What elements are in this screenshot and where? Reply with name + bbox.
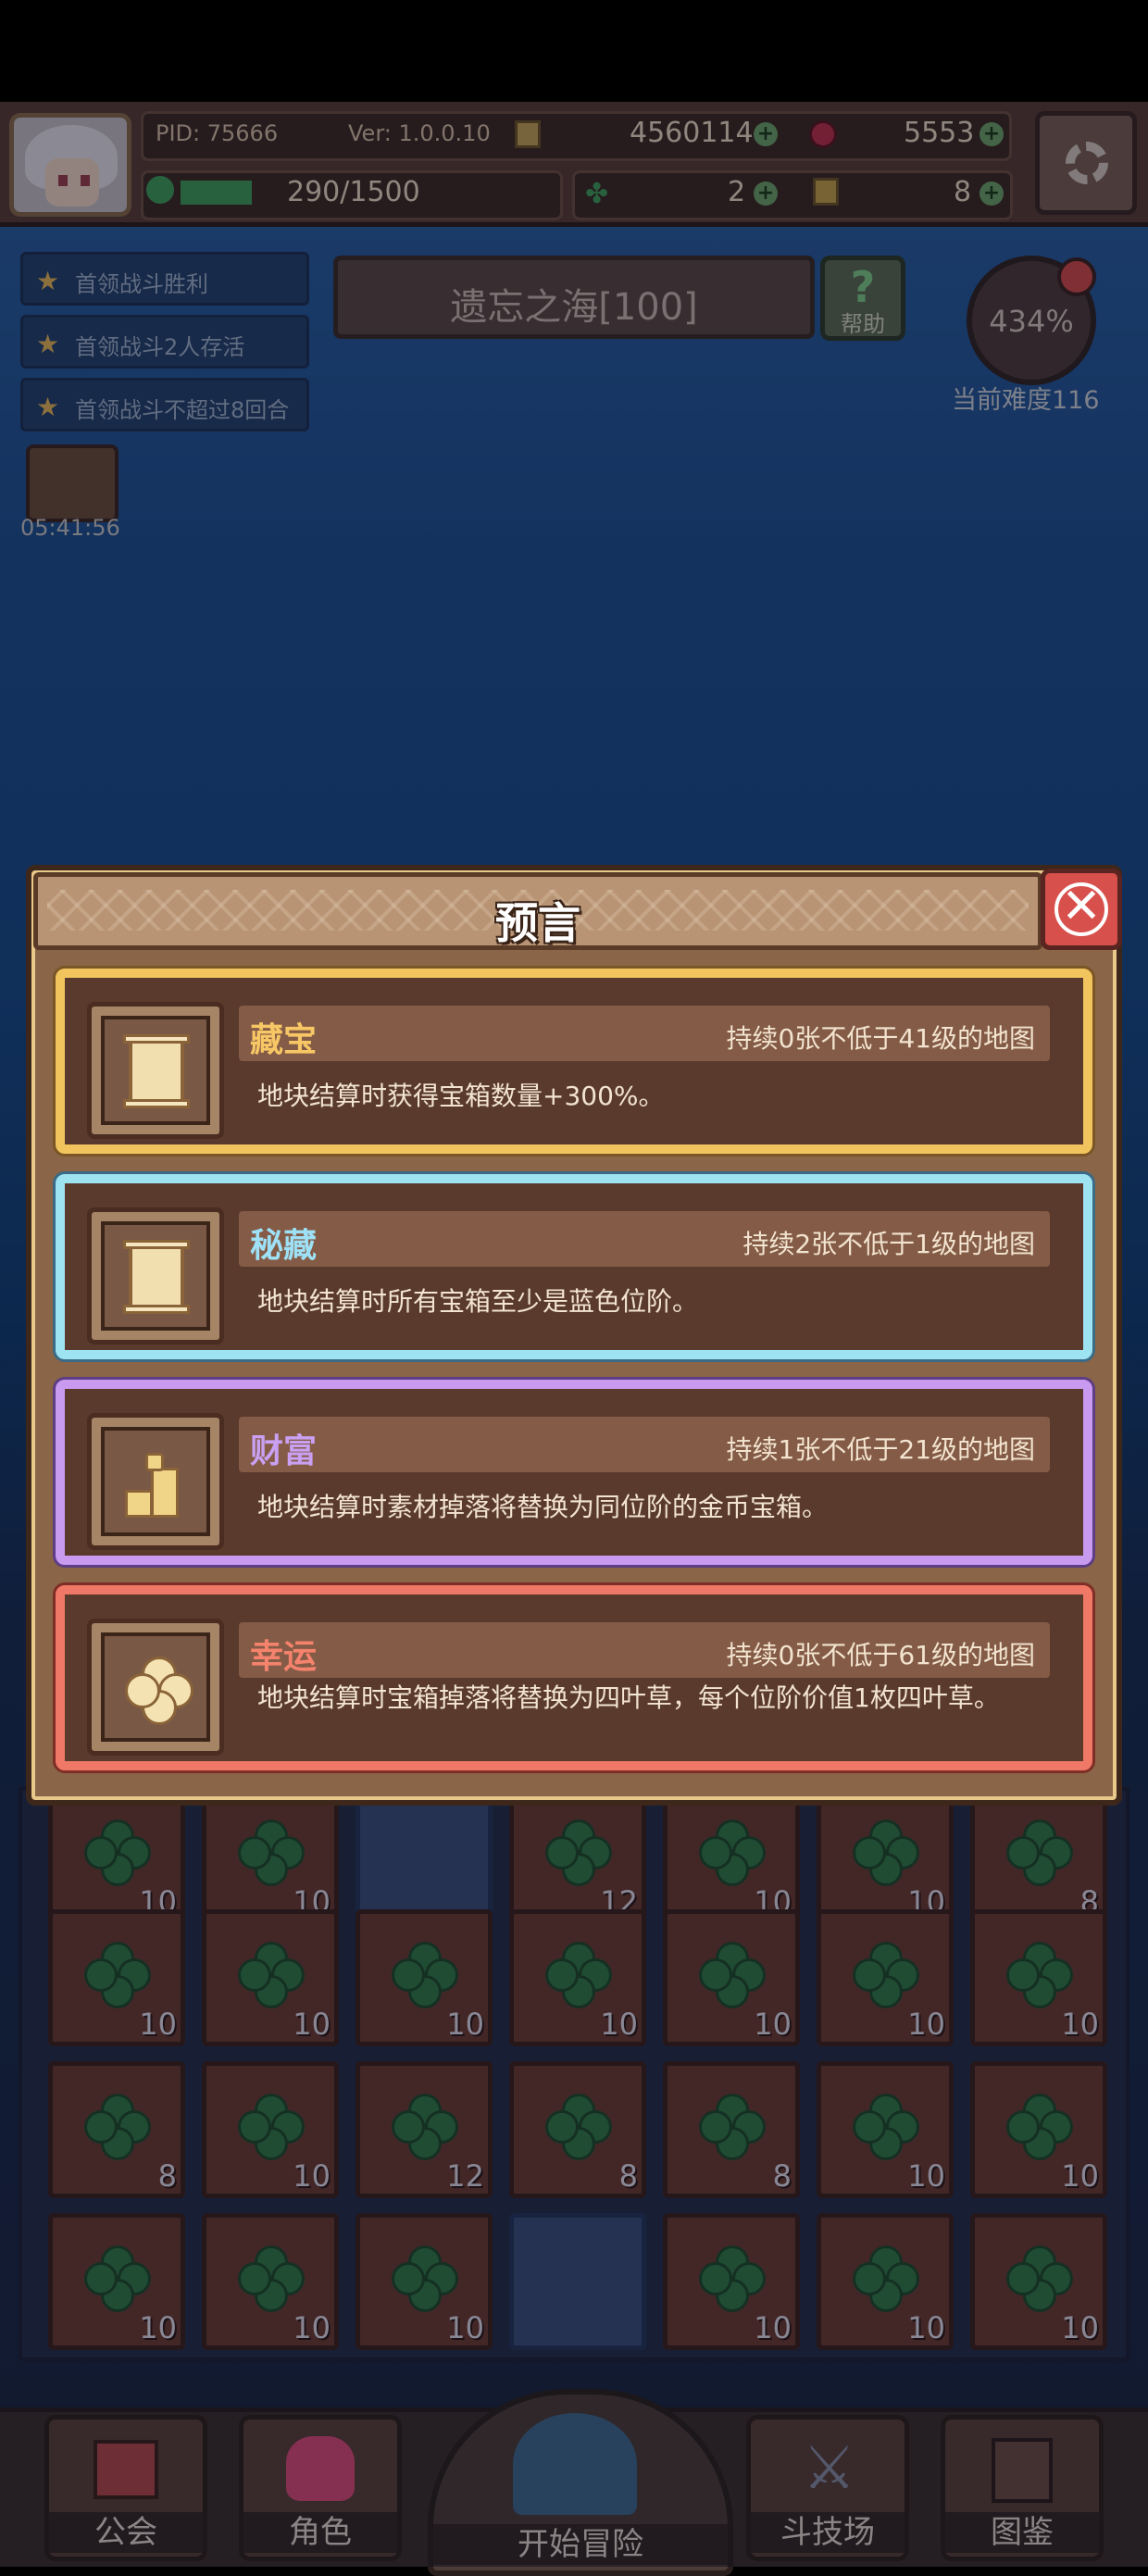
prophecy-card[interactable]: 幸运 持续0张不低于61级的地图 地块结算时宝箱掉落将替换为四叶草，每个位阶价值… xyxy=(56,1585,1092,1770)
card-icon-frame xyxy=(87,1619,224,1756)
close-button[interactable]: ✕ xyxy=(1041,869,1122,950)
dialog-title-bar: 预言 xyxy=(33,872,1042,950)
card-name: 财富 xyxy=(250,1432,318,1470)
four-leaf-clover-icon xyxy=(125,1657,193,1725)
card-description: 地块结算时宝箱掉落将替换为四叶草，每个位阶价值1枚四叶草。 xyxy=(257,1682,1000,1713)
scroll-icon xyxy=(123,1034,190,1108)
coin-stack-icon xyxy=(125,1453,192,1518)
close-icon: ✕ xyxy=(1061,879,1102,934)
card-name: 藏宝 xyxy=(250,1021,318,1059)
card-icon-frame xyxy=(87,1002,224,1139)
card-description: 地块结算时所有宝箱至少是蓝色位阶。 xyxy=(257,1286,699,1317)
card-condition: 持续1张不低于21级的地图 xyxy=(726,1434,1035,1465)
card-condition: 持续0张不低于41级的地图 xyxy=(726,1023,1035,1054)
scroll-icon xyxy=(123,1240,190,1314)
card-icon-frame xyxy=(87,1207,224,1344)
card-icon-frame xyxy=(87,1413,224,1550)
prophecy-card[interactable]: 秘藏 持续2张不低于1级的地图 地块结算时所有宝箱至少是蓝色位阶。 xyxy=(56,1174,1092,1359)
card-name: 幸运 xyxy=(250,1638,318,1676)
card-condition: 持续0张不低于61级的地图 xyxy=(726,1640,1035,1670)
dialog-title: 预言 xyxy=(495,898,580,948)
card-condition: 持续2张不低于1级的地图 xyxy=(742,1229,1035,1259)
card-description: 地块结算时获得宝箱数量+300%。 xyxy=(257,1081,665,1111)
card-description: 地块结算时素材掉落将替换为同位阶的金币宝箱。 xyxy=(257,1492,829,1522)
prophecy-card[interactable]: 藏宝 持续0张不低于41级的地图 地块结算时获得宝箱数量+300%。 xyxy=(56,969,1092,1154)
card-name: 秘藏 xyxy=(250,1227,318,1265)
prophecy-card[interactable]: 财富 持续1张不低于21级的地图 地块结算时素材掉落将替换为同位阶的金币宝箱。 xyxy=(56,1380,1092,1565)
